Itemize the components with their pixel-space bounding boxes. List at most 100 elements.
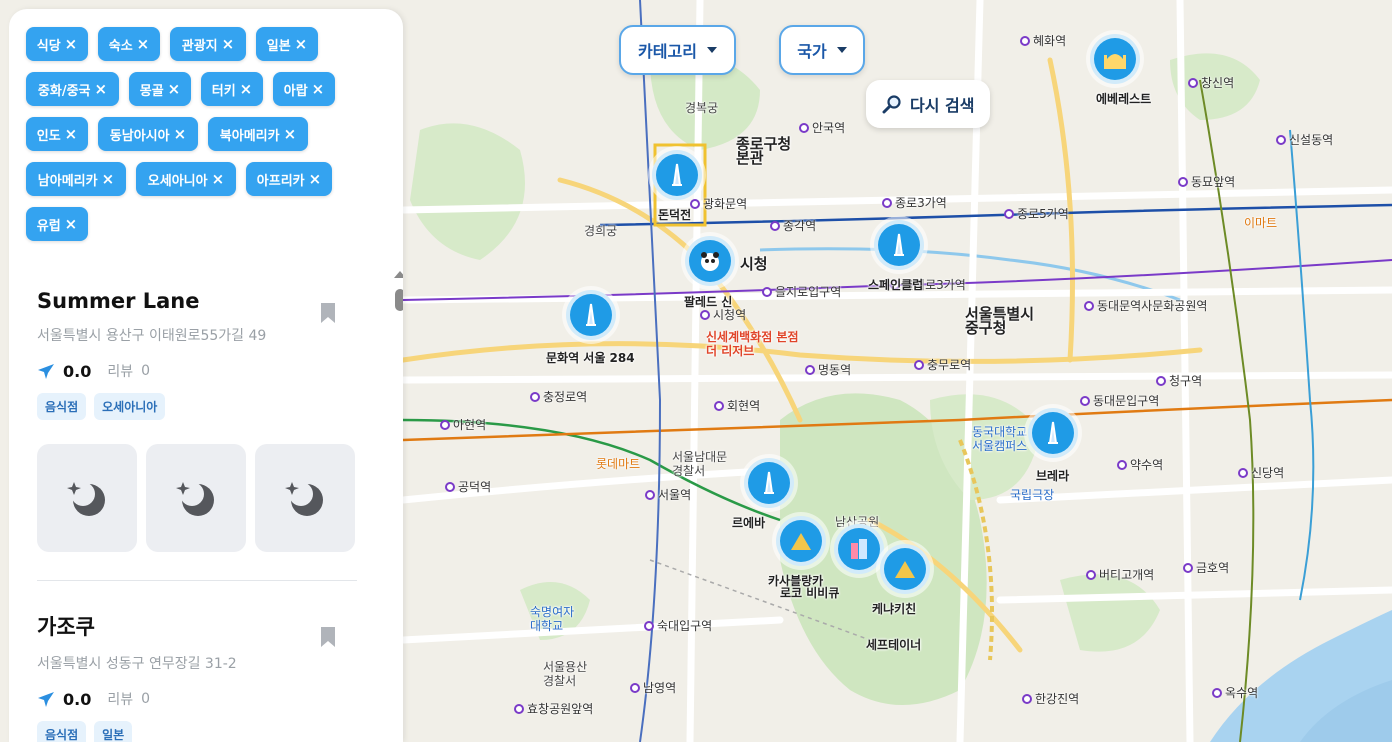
close-icon[interactable]: × [95, 82, 108, 97]
scrollbar[interactable] [394, 271, 403, 742]
station-euljiro1ga[interactable]: 을지로입구역 [762, 283, 841, 300]
station-hyochang[interactable]: 효창공원앞역 [514, 700, 593, 717]
place-marker-loco-bbq[interactable] [834, 524, 884, 574]
close-icon[interactable]: × [168, 82, 181, 97]
place-marker-spanish-club[interactable] [874, 220, 924, 270]
research-button-label: 다시 검색 [910, 96, 975, 115]
image-placeholder[interactable] [146, 444, 246, 552]
station-dot [1276, 134, 1286, 145]
filter-chip[interactable]: 오세아니아 × [136, 162, 236, 196]
sidebar: 식당 × 숙소 × 관광지 × 일본 × 중화/중국 × 몽골 × 터키 × 아랍 × 인도 × 동남아시아 × 북아메… [9, 9, 403, 742]
station-jongno3ga[interactable]: 종로3가역 [882, 194, 947, 211]
station-aehyeon[interactable]: 아현역 [440, 416, 486, 433]
station-dot [1117, 459, 1127, 470]
station-hyehwa[interactable]: 혜화역 [1020, 32, 1066, 49]
close-icon[interactable]: × [295, 37, 308, 52]
station-yaksu[interactable]: 약수역 [1117, 456, 1163, 473]
station-geumho[interactable]: 금호역 [1183, 559, 1229, 576]
station-sindang[interactable]: 신당역 [1238, 464, 1284, 481]
station-jonggak[interactable]: 종각역 [770, 217, 816, 234]
place-marker-culture-station[interactable] [566, 290, 616, 340]
station-hoehyeon[interactable]: 회현역 [714, 397, 760, 414]
filter-chip[interactable]: 숙소 × [98, 27, 160, 61]
station-namyeong[interactable]: 남영역 [630, 679, 676, 696]
station-dongmyo[interactable]: 동묘앞역 [1178, 173, 1235, 190]
station-sukdae[interactable]: 숙대입구역 [644, 617, 712, 634]
station-beotigogae[interactable]: 버티고개역 [1086, 566, 1154, 583]
chevron-down-icon [836, 47, 847, 53]
bookmark-button[interactable] [321, 303, 335, 323]
close-icon[interactable]: × [65, 37, 78, 52]
filter-chip[interactable]: 터키 × [201, 72, 263, 106]
filter-chip[interactable]: 식당 × [26, 27, 88, 61]
station-hangangjin[interactable]: 한강진역 [1022, 690, 1079, 707]
place-marker-casablanca[interactable] [776, 516, 826, 566]
close-icon[interactable]: × [102, 172, 115, 187]
station-dongdaemun-entrance[interactable]: 동대문입구역 [1080, 392, 1159, 409]
place-marker-cityhall[interactable] [685, 236, 735, 286]
place-marker-reva[interactable] [744, 458, 794, 508]
station-anguk[interactable]: 안국역 [799, 119, 845, 136]
filter-chip[interactable]: 아프리카 × [246, 162, 332, 196]
station-name: 회현역 [727, 399, 761, 413]
station-name: 옥수역 [1225, 686, 1259, 700]
category-dropdown[interactable]: 카테고리 [619, 25, 736, 75]
scroll-thumb[interactable] [395, 289, 403, 311]
filter-chip[interactable]: 인도 × [26, 117, 88, 151]
plane-icon [38, 364, 54, 379]
station-sinsul[interactable]: 신설동역 [1276, 131, 1333, 148]
filter-chip[interactable]: 북아메리카 × [208, 117, 308, 151]
station-myeongdong[interactable]: 명동역 [805, 361, 851, 378]
country-dropdown-label: 국가 [797, 42, 827, 61]
place-marker-everest[interactable] [1090, 34, 1140, 84]
station-chungjeongno[interactable]: 충정로역 [530, 388, 587, 405]
close-icon[interactable]: × [65, 217, 78, 232]
bookmark-button[interactable] [321, 627, 335, 647]
filter-chip[interactable]: 아랍 × [273, 72, 335, 106]
bookmark-icon [321, 627, 335, 647]
place-marker-brera[interactable] [1028, 408, 1078, 458]
station-dot [1086, 569, 1096, 580]
map-label-namdaemun-police: 서울남대문 경찰서 [672, 450, 728, 478]
station-dongdaemun-history[interactable]: 동대문역사문화공원역 [1084, 297, 1207, 314]
close-icon[interactable]: × [212, 172, 225, 187]
place-marker-kenya-kitchen[interactable] [880, 544, 930, 594]
place-card[interactable]: 가조쿠 서울특별시 성동구 연무장길 31-2 0.0 리뷰 0 음식점 일본 [37, 581, 357, 742]
station-chungmuro[interactable]: 충무로역 [914, 356, 971, 373]
filter-chip[interactable]: 남아메리카 × [26, 162, 126, 196]
image-placeholder[interactable] [255, 444, 355, 552]
place-card[interactable]: Summer Lane 서울특별시 용산구 이태원로55가길 49 0.0 리뷰… [37, 269, 357, 581]
close-icon[interactable]: × [284, 127, 297, 142]
filter-chip[interactable]: 일본 × [256, 27, 318, 61]
filter-chip[interactable]: 동남아시아 × [98, 117, 198, 151]
station-changsin[interactable]: 창신역 [1188, 74, 1234, 91]
close-icon[interactable]: × [240, 82, 253, 97]
close-icon[interactable]: × [137, 37, 150, 52]
place-address: 서울특별시 성동구 연무장길 31-2 [37, 656, 237, 672]
tag-list: 음식점 오세아니아 [37, 393, 357, 420]
filter-chip-label: 숙소 [108, 38, 133, 54]
research-button[interactable]: 다시 검색 [866, 80, 991, 128]
country-dropdown[interactable]: 국가 [779, 25, 865, 75]
close-icon[interactable]: × [312, 82, 325, 97]
filter-chip[interactable]: 유럽 × [26, 207, 88, 241]
station-seoul[interactable]: 서울역 [645, 486, 691, 503]
station-gongdeok[interactable]: 공덕역 [445, 478, 491, 495]
close-icon[interactable]: × [222, 37, 235, 52]
station-jongno5ga[interactable]: 종로5가역 [1004, 205, 1069, 222]
scroll-up-arrow-icon[interactable] [394, 271, 403, 278]
station-name: 금호역 [1196, 561, 1230, 575]
station-cheonggu[interactable]: 청구역 [1156, 372, 1202, 389]
close-icon[interactable]: × [174, 127, 187, 142]
filter-chip[interactable]: 관광지 × [170, 27, 246, 61]
close-icon[interactable]: × [65, 127, 78, 142]
place-marker-dondeokjeon[interactable] [652, 150, 702, 200]
station-oksu[interactable]: 옥수역 [1212, 684, 1258, 701]
place-marker-label: 스페인클럽 [868, 278, 924, 292]
filter-chip[interactable]: 중화/중국 × [26, 72, 119, 106]
category-dropdown-label: 카테고리 [638, 42, 697, 61]
image-placeholder[interactable] [37, 444, 137, 552]
station-gwanghwamun[interactable]: 광화문역 [690, 195, 747, 212]
filter-chip[interactable]: 몽골 × [129, 72, 191, 106]
close-icon[interactable]: × [309, 172, 322, 187]
